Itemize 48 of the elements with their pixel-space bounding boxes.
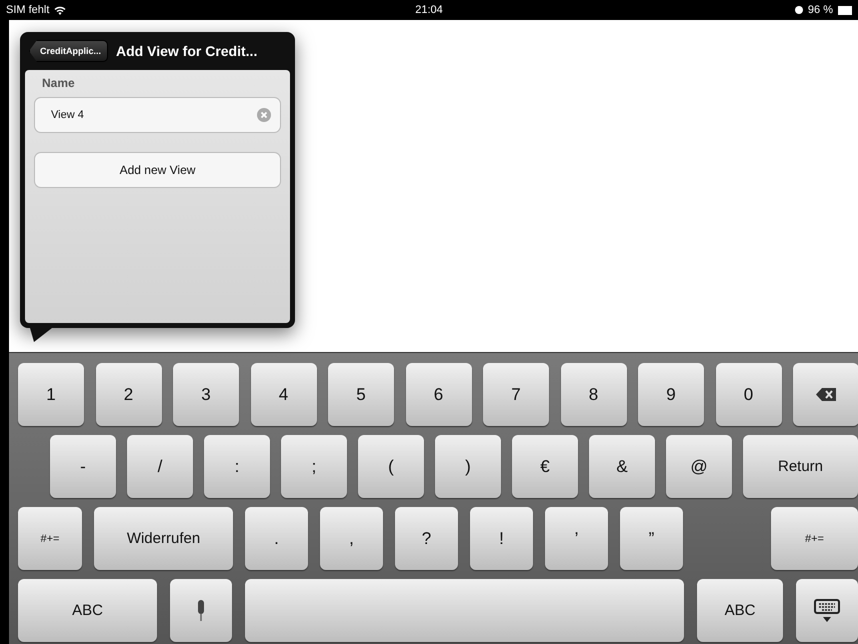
clock-label: 21:04 — [415, 4, 443, 16]
wifi-icon — [54, 6, 66, 14]
keyboard-key[interactable]: #+= — [771, 507, 858, 570]
microphone-icon — [196, 600, 206, 622]
keyboard-key[interactable]: #+= — [18, 507, 82, 570]
return-key[interactable]: Return — [743, 435, 858, 498]
keyboard-key[interactable]: 2 — [96, 363, 162, 426]
backspace-icon — [816, 388, 836, 401]
keyboard-key[interactable]: / — [127, 435, 193, 498]
location-icon — [794, 6, 803, 14]
keyboard-key[interactable]: . — [245, 507, 308, 570]
keyboard-key[interactable]: ” — [620, 507, 683, 570]
keyboard-key[interactable]: Widerrufen — [94, 507, 233, 570]
keyboard-key[interactable]: ( — [358, 435, 424, 498]
keyboard-key[interactable]: 7 — [483, 363, 549, 426]
hide-keyboard-key[interactable] — [796, 579, 858, 642]
back-button[interactable]: CreditApplic... — [29, 40, 108, 62]
keyboard-key[interactable]: ABC — [18, 579, 157, 642]
keyboard-key[interactable]: - — [50, 435, 116, 498]
keyboard-key[interactable]: , — [320, 507, 383, 570]
battery-label: 96 % — [808, 4, 833, 16]
keyboard-key[interactable]: ? — [395, 507, 458, 570]
popover-title: Add View for Credit... — [116, 43, 258, 59]
carrier-label: SIM fehlt — [6, 4, 50, 16]
keyboard-key[interactable]: ; — [281, 435, 347, 498]
keyboard-key[interactable]: ! — [470, 507, 533, 570]
keyboard-key[interactable]: 8 — [560, 363, 626, 426]
keyboard-key[interactable]: & — [589, 435, 655, 498]
keyboard-key[interactable]: ) — [435, 435, 501, 498]
keyboard-key[interactable]: 6 — [406, 363, 472, 426]
keyboard-hide-icon — [814, 598, 840, 622]
keyboard-key[interactable]: € — [512, 435, 578, 498]
keyboard-key[interactable]: ’ — [545, 507, 608, 570]
keyboard-key[interactable]: 0 — [716, 363, 782, 426]
keyboard-key[interactable]: 5 — [328, 363, 394, 426]
keyboard-key[interactable]: @ — [666, 435, 732, 498]
battery-icon — [838, 6, 852, 14]
name-field[interactable]: View 4 — [34, 97, 281, 133]
keyboard-key[interactable]: 4 — [250, 363, 316, 426]
microphone-key[interactable] — [170, 579, 232, 642]
keyboard-key[interactable]: ABC — [697, 579, 783, 642]
keyboard-key[interactable]: 3 — [173, 363, 239, 426]
add-view-button[interactable]: Add new View — [34, 152, 281, 188]
keyboard-key[interactable]: 1 — [18, 363, 84, 426]
keyboard-key[interactable]: : — [204, 435, 270, 498]
backspace-key[interactable] — [793, 363, 858, 426]
keyboard-key[interactable]: 9 — [638, 363, 704, 426]
section-label: Name — [42, 76, 76, 90]
